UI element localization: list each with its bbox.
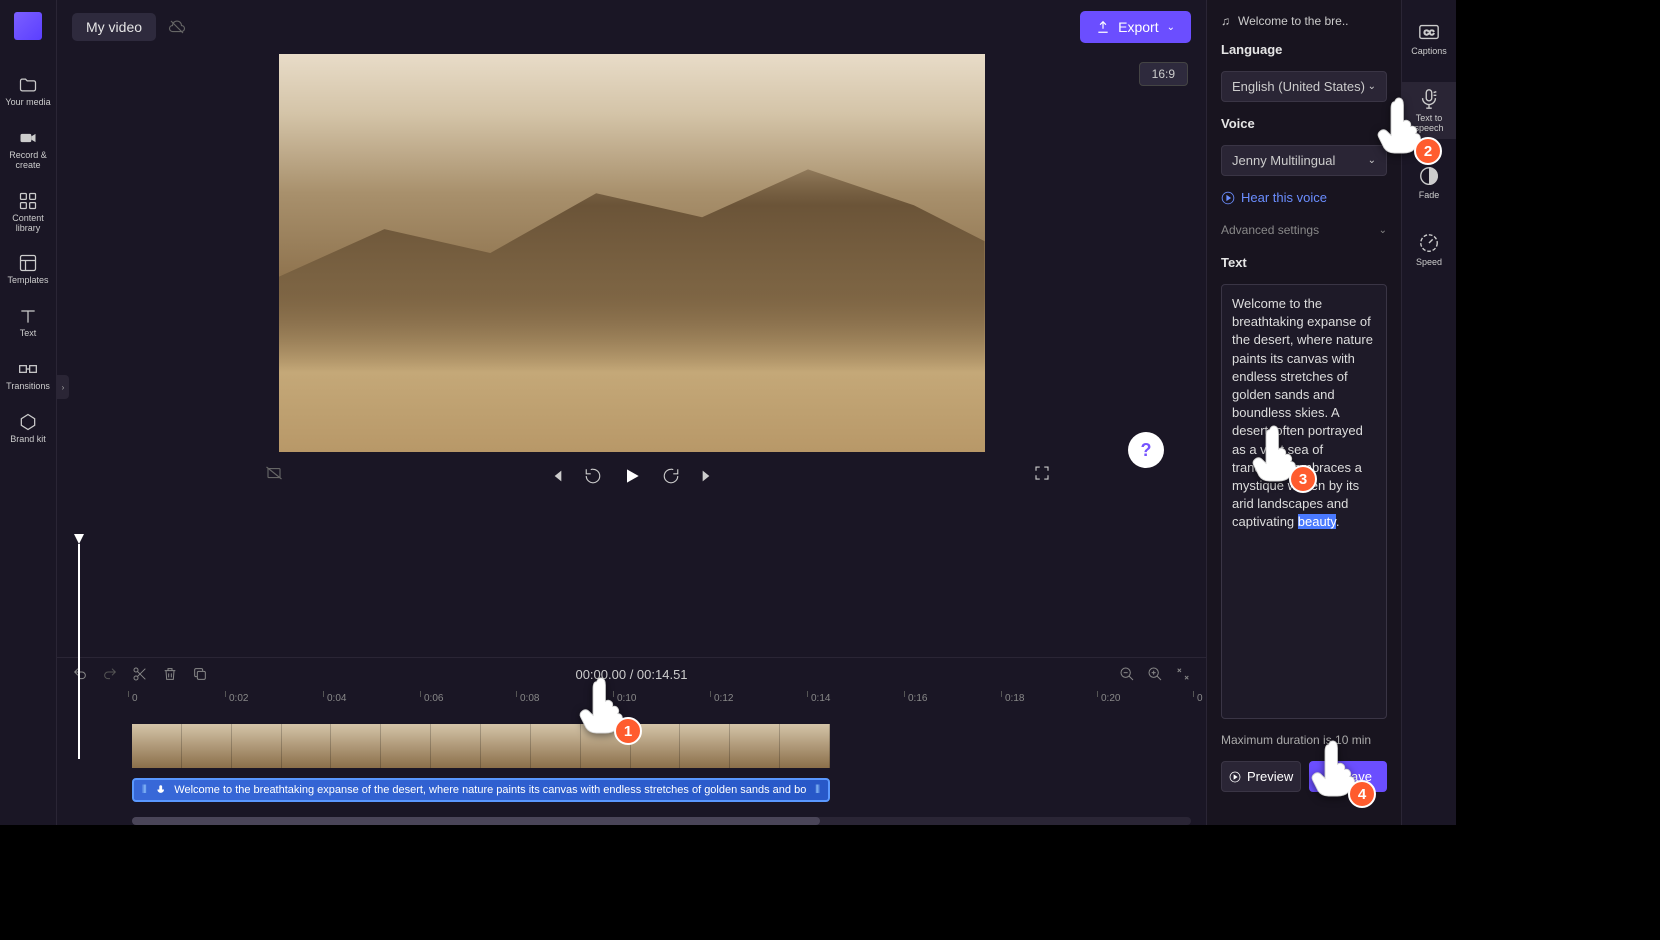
duplicate-icon[interactable] (192, 666, 208, 682)
ruler-tick: 0 (1197, 693, 1203, 704)
nav-your-media[interactable]: Your media (0, 65, 56, 118)
preview-button[interactable]: Preview (1221, 761, 1301, 792)
tutorial-pointer-2: 2 (1368, 92, 1430, 160)
brand-icon (18, 412, 38, 432)
nav-label: Your media (5, 98, 50, 108)
play-circle-icon (1229, 771, 1241, 783)
nav-label: Content library (0, 214, 56, 234)
music-note-icon: ♫ (1221, 14, 1230, 28)
tool-fade[interactable]: Fade (1402, 159, 1456, 206)
app-logo[interactable] (14, 12, 42, 40)
ruler-tick: 0 (132, 693, 138, 704)
text-label: Text (1221, 255, 1387, 270)
video-track[interactable] (132, 724, 830, 768)
fade-icon (1418, 165, 1440, 187)
skip-back-icon[interactable] (548, 468, 564, 484)
ruler-tick: 0:08 (520, 693, 539, 704)
voice-dropdown[interactable]: Jenny Multilingual ⌄ (1221, 145, 1387, 176)
ruler-tick: 0:20 (1101, 693, 1120, 704)
nav-label: Record & create (0, 151, 56, 171)
preview-area: 16:9 ? (57, 54, 1206, 657)
hear-voice-button[interactable]: Hear this voice (1221, 190, 1387, 205)
templates-icon (18, 253, 38, 273)
fit-icon[interactable] (1175, 666, 1191, 682)
tts-text-input[interactable]: Welcome to the breathtaking expanse of t… (1221, 284, 1387, 719)
speaker-icon (155, 784, 166, 796)
transitions-icon (18, 359, 38, 379)
audio-tts-track[interactable]: ⦀ Welcome to the breathtaking expanse of… (132, 778, 830, 802)
export-button[interactable]: Export ⌄ (1080, 11, 1191, 43)
undo-icon[interactable] (72, 666, 88, 682)
tutorial-pointer-4: 4 (1302, 735, 1364, 803)
svg-text:CC: CC (1424, 28, 1435, 37)
aspect-ratio-badge[interactable]: 16:9 (1139, 62, 1188, 86)
scissors-icon[interactable] (132, 666, 148, 682)
speed-icon (1418, 232, 1440, 254)
nav-label: Transitions (6, 382, 50, 392)
play-circle-icon (1221, 191, 1235, 205)
left-sidebar: Your media Record & create Content libra… (0, 0, 57, 825)
tool-captions[interactable]: CC Captions (1402, 15, 1456, 62)
nav-transitions[interactable]: Transitions (0, 349, 56, 402)
ruler-tick: 0:02 (229, 693, 248, 704)
nav-record-create[interactable]: Record & create (0, 118, 56, 181)
tutorial-pointer-1: 1 (570, 672, 632, 740)
panel-title: ♫ Welcome to the bre.. (1221, 14, 1387, 28)
scrollbar-thumb[interactable] (132, 817, 820, 825)
chevron-down-icon: ⌄ (1368, 81, 1376, 92)
advanced-settings-toggle[interactable]: Advanced settings ⌄ (1221, 219, 1387, 241)
nav-label: Templates (7, 276, 48, 286)
track-text: Welcome to the breathtaking expanse of t… (174, 784, 807, 796)
nav-label: Text (20, 329, 37, 339)
nav-templates[interactable]: Templates (0, 243, 56, 296)
ruler-tick: 0:18 (1005, 693, 1024, 704)
ruler-tick: 0:14 (811, 693, 830, 704)
topbar: My video Export ⌄ (57, 0, 1206, 54)
track-handle-icon[interactable]: ⦀ (142, 784, 147, 797)
cloud-sync-icon (168, 18, 186, 36)
tutorial-pointer-3: 3 (1243, 420, 1305, 488)
play-icon[interactable] (622, 466, 642, 486)
fullscreen-icon[interactable] (1033, 464, 1051, 482)
rewind-icon[interactable] (584, 467, 602, 485)
cc-icon: CC (1418, 21, 1440, 43)
upload-icon (1096, 20, 1110, 34)
camera-icon (18, 128, 38, 148)
language-label: Language (1221, 42, 1387, 57)
text-icon (18, 306, 38, 326)
nav-content-library[interactable]: Content library (0, 181, 56, 244)
language-dropdown[interactable]: English (United States) ⌄ (1221, 71, 1387, 102)
ruler-tick: 0:06 (424, 693, 443, 704)
crop-icon[interactable] (265, 464, 283, 482)
help-button[interactable]: ? (1128, 432, 1164, 468)
ruler-tick: 0:16 (908, 693, 927, 704)
video-preview[interactable] (279, 54, 985, 452)
chevron-down-icon: ⌄ (1167, 22, 1175, 33)
track-handle-icon[interactable]: ⦀ (815, 784, 820, 797)
skip-forward-icon[interactable] (700, 468, 716, 484)
zoom-out-icon[interactable] (1119, 666, 1135, 682)
player-controls: ? (57, 452, 1206, 500)
timeline-scrollbar[interactable] (132, 817, 1191, 825)
playhead-line (78, 544, 80, 759)
project-name-field[interactable]: My video (72, 13, 156, 41)
ruler-tick: 0:12 (714, 693, 733, 704)
folder-icon (18, 75, 38, 95)
trash-icon[interactable] (162, 666, 178, 682)
zoom-in-icon[interactable] (1147, 666, 1163, 682)
tool-speed[interactable]: Speed (1402, 226, 1456, 273)
nav-text[interactable]: Text (0, 296, 56, 349)
chevron-down-icon: ⌄ (1379, 225, 1387, 236)
nav-brand-kit[interactable]: Brand kit (0, 402, 56, 455)
voice-label: Voice (1221, 116, 1387, 131)
nav-label: Brand kit (10, 435, 46, 445)
library-icon (18, 191, 38, 211)
forward-icon[interactable] (662, 467, 680, 485)
ruler-tick: 0:04 (327, 693, 346, 704)
redo-icon[interactable] (102, 666, 118, 682)
